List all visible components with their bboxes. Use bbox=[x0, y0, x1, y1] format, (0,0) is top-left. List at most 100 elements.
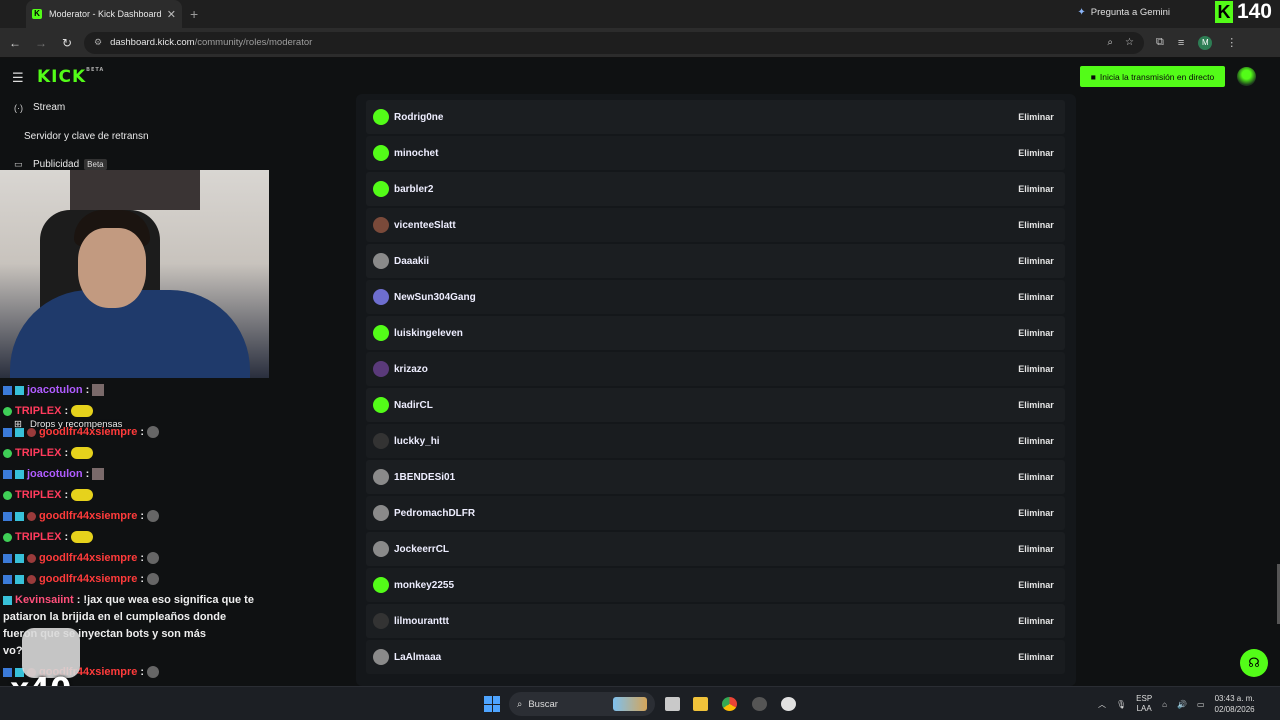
back-icon[interactable]: ← bbox=[4, 36, 26, 50]
profile-avatar[interactable]: M bbox=[1198, 35, 1213, 50]
remove-moderator-button[interactable]: Eliminar bbox=[1013, 610, 1059, 632]
sidebar-item-stream[interactable]: (·) Stream bbox=[14, 102, 65, 113]
kick-k-icon: K bbox=[1214, 1, 1233, 23]
chat-message: TRIPLEX: bbox=[3, 447, 94, 459]
go-live-button[interactable]: ■ Inicia la transmisión en directo bbox=[1080, 66, 1225, 87]
remove-moderator-button[interactable]: Eliminar bbox=[1013, 538, 1059, 560]
sidebar-item-drops[interactable]: ⊞ Drops y recompensas bbox=[14, 419, 122, 430]
taskbar-search[interactable]: ⌕ Buscar bbox=[509, 692, 655, 716]
help-chat-icon[interactable]: ☊ bbox=[1240, 649, 1268, 677]
sidebar-item-server-key[interactable]: Servidor y clave de retransn bbox=[24, 131, 149, 142]
moderator-name: luiskingeleven bbox=[394, 327, 463, 339]
close-tab-icon[interactable]: ✕ bbox=[167, 8, 176, 21]
zoom-icon[interactable]: ⌕ bbox=[1107, 37, 1113, 48]
gifter-badge-icon bbox=[27, 511, 36, 521]
battery-icon[interactable]: ▭ bbox=[1197, 700, 1205, 709]
chat-text: : bbox=[85, 384, 90, 396]
moderator-row: luiskingeleven Eliminar bbox=[366, 316, 1065, 350]
chat-username[interactable]: TRIPLEX bbox=[15, 489, 61, 501]
verified-badge-icon bbox=[3, 448, 12, 458]
bookmark-star-icon[interactable]: ☆ bbox=[1125, 37, 1134, 48]
task-view-icon[interactable] bbox=[665, 697, 680, 711]
windows-start-icon[interactable] bbox=[484, 696, 500, 712]
input-language[interactable]: ESP LAA bbox=[1136, 694, 1152, 714]
volume-icon[interactable]: 🔊 bbox=[1177, 700, 1187, 709]
remove-moderator-button[interactable]: Eliminar bbox=[1013, 358, 1059, 380]
chat-message: TRIPLEX: bbox=[3, 531, 94, 543]
clock[interactable]: 03:43 a. m. 02/08/2026 bbox=[1215, 693, 1255, 715]
media-player-icon[interactable] bbox=[781, 697, 796, 711]
remove-moderator-button[interactable]: Eliminar bbox=[1013, 466, 1059, 488]
remove-moderator-button[interactable]: Eliminar bbox=[1013, 250, 1059, 272]
chat-username[interactable]: TRIPLEX bbox=[15, 531, 61, 543]
new-tab-icon[interactable]: + bbox=[190, 6, 198, 22]
moderator-row: NadirCL Eliminar bbox=[366, 388, 1065, 422]
mic-icon[interactable]: 🎙 bbox=[1116, 700, 1126, 709]
emote-icon bbox=[71, 489, 94, 501]
address-bar[interactable]: ⚙ dashboard.kick.com/community/roles/mod… bbox=[84, 31, 1144, 54]
chat-text: vo? bbox=[3, 645, 23, 657]
remove-moderator-button[interactable]: Eliminar bbox=[1013, 430, 1059, 452]
chrome-icon[interactable] bbox=[722, 697, 737, 711]
remove-moderator-button[interactable]: Eliminar bbox=[1013, 214, 1059, 236]
remove-moderator-button[interactable]: Eliminar bbox=[1013, 394, 1059, 416]
network-icon[interactable]: ⌂ bbox=[1162, 700, 1167, 709]
media-icon[interactable]: ≡ bbox=[1178, 37, 1184, 49]
emote-icon bbox=[92, 468, 105, 480]
chat-username[interactable]: TRIPLEX bbox=[15, 405, 61, 417]
remove-moderator-button[interactable]: Eliminar bbox=[1013, 646, 1059, 668]
moderator-badge-icon bbox=[3, 427, 12, 437]
reload-icon[interactable]: ↻ bbox=[56, 36, 78, 50]
moderator-name: minochet bbox=[394, 147, 439, 159]
chat-username[interactable]: joacotulon bbox=[27, 468, 83, 480]
chat-message: TRIPLEX: bbox=[3, 405, 94, 417]
moderator-name: luckky_hi bbox=[394, 435, 440, 447]
tray-overflow-icon[interactable]: ︿ bbox=[1098, 699, 1106, 710]
chat-username[interactable]: TRIPLEX bbox=[15, 447, 61, 459]
app-icon[interactable] bbox=[752, 697, 767, 711]
emote-icon bbox=[71, 405, 94, 417]
moderator-badge-icon bbox=[3, 511, 12, 521]
chat-username[interactable]: goodlfr44xsiempre bbox=[39, 552, 137, 564]
emote-icon bbox=[71, 531, 94, 543]
moderator-name: Rodrig0ne bbox=[394, 111, 444, 123]
moderator-name: NewSun304Gang bbox=[394, 291, 476, 303]
file-explorer-icon[interactable] bbox=[693, 697, 708, 711]
remove-moderator-button[interactable]: Eliminar bbox=[1013, 502, 1059, 524]
chat-message: joacotulon: bbox=[3, 384, 105, 396]
extensions-icon[interactable]: ⧉ bbox=[1156, 36, 1164, 49]
subscriber-badge-icon bbox=[15, 511, 24, 521]
chat-username[interactable]: Kevinsaiint bbox=[15, 594, 74, 606]
remove-moderator-button[interactable]: Eliminar bbox=[1013, 106, 1059, 128]
chat-message: Kevinsaiint: !jax que wea eso significa … bbox=[3, 594, 254, 606]
sidebar-item-ads[interactable]: ▭ Publicidad Beta bbox=[14, 159, 107, 170]
counter-value: 140 bbox=[1236, 0, 1272, 23]
remove-moderator-button[interactable]: Eliminar bbox=[1013, 574, 1059, 596]
chat-username[interactable]: joacotulon bbox=[27, 384, 83, 396]
menu-dots-icon[interactable]: ⋮ bbox=[1226, 36, 1237, 49]
kick-k-small-icon: ■ bbox=[1090, 71, 1096, 82]
gemini-button[interactable]: ✦ Pregunta a Gemini bbox=[1077, 7, 1170, 18]
chat-text: : bbox=[140, 573, 145, 585]
remove-moderator-button[interactable]: Eliminar bbox=[1013, 178, 1059, 200]
moderator-name: PedromachDLFR bbox=[394, 507, 476, 519]
chat-username[interactable]: goodlfr44xsiempre bbox=[39, 510, 137, 522]
moderator-badge-icon bbox=[3, 469, 12, 479]
browser-tab[interactable]: K Moderator - Kick Dashboard ✕ bbox=[26, 0, 182, 28]
emote-icon bbox=[147, 573, 160, 585]
remove-moderator-button[interactable]: Eliminar bbox=[1013, 142, 1059, 164]
remove-moderator-button[interactable]: Eliminar bbox=[1013, 322, 1059, 344]
moderator-row: Rodrig0ne Eliminar bbox=[366, 100, 1065, 134]
moderator-avatar bbox=[373, 145, 389, 161]
chat-text: : bbox=[64, 447, 69, 459]
broadcast-icon: (·) bbox=[14, 102, 23, 113]
moderator-avatar bbox=[373, 469, 389, 485]
moderator-avatar bbox=[373, 433, 389, 449]
user-avatar[interactable] bbox=[1237, 67, 1256, 86]
moderator-row: vicenteeSlatt Eliminar bbox=[366, 208, 1065, 242]
site-info-icon[interactable]: ⚙ bbox=[94, 37, 102, 48]
kick-counter-overlay: K 140 bbox=[1214, 0, 1272, 24]
forward-icon[interactable]: → bbox=[30, 36, 52, 50]
remove-moderator-button[interactable]: Eliminar bbox=[1013, 286, 1059, 308]
chat-username[interactable]: goodlfr44xsiempre bbox=[39, 573, 137, 585]
